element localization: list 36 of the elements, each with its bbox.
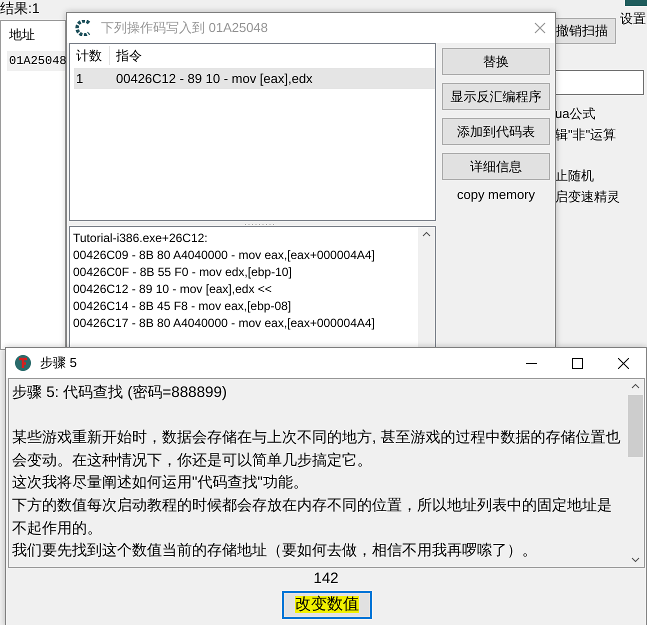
splitter-grip[interactable] xyxy=(245,223,275,226)
disassembly-line: 00426C09 - 8B 80 A4040000 - mov eax,[eax+000004A4] xyxy=(73,247,375,264)
column-header: 地址 xyxy=(8,26,36,44)
dialog-button[interactable]: 添加到代码表 xyxy=(442,118,550,145)
count-cell: 1 xyxy=(74,68,114,88)
paragraph: 这次我将尽量阐述如何运用"代码查找"功能。 xyxy=(12,473,309,494)
column-header[interactable]: 指令 xyxy=(110,46,142,66)
copy-memory-label: copy memory xyxy=(456,186,536,204)
option-label[interactable]: 启变速精灵 xyxy=(555,187,620,206)
window-title: 步骤 5 xyxy=(40,354,77,372)
option-label[interactable]: ua公式 xyxy=(555,104,620,123)
window-title: 下列操作码写入到 01A25048 xyxy=(101,19,268,38)
instruction-cell-text: 00426C12 - 89 10 - mov [eax],edx xyxy=(115,70,313,88)
disassembly-line: 00426C17 - 8B 80 A4040000 - mov eax,[eax+000004A4] xyxy=(73,315,375,332)
heading-text: 步骤 5: 代码查找 (密码=888899) xyxy=(12,383,228,403)
option-label[interactable]: 止随机 xyxy=(555,166,620,185)
column-header[interactable]: 计数 xyxy=(70,46,110,66)
paragraph: 下方的数值每次启动教程的时候都会存放在内存不同的位置，所以地址列表中的固定地址是不起作用的。 xyxy=(12,496,613,539)
disassembly-line: Tutorial-i386.exe+26C12: xyxy=(73,230,208,247)
dialog-button[interactable]: 详细信息 xyxy=(442,153,550,180)
results-label: 结果:1 xyxy=(0,0,40,16)
disassembly-line: 00426C12 - 89 10 - mov [eax],edx << xyxy=(73,281,272,298)
disassembly-line: 00426C14 - 8B 45 F8 - mov eax,[ebp-08] xyxy=(73,298,292,315)
gear-icon xyxy=(75,20,93,36)
list-row[interactable]: 1 00426C12 - 89 10 - mov [eax],edx xyxy=(74,68,435,89)
dialog-button[interactable]: 显示反汇编程序 xyxy=(442,83,550,110)
scrollbar[interactable] xyxy=(418,227,435,347)
disassembly-line: 00426C0F - 8B 55 F0 - mov edx,[ebp-10] xyxy=(73,264,292,281)
paragraph: 我们要先找到这个数值当前的存储地址（要如何去做，相信不用我再啰嗦了）。 xyxy=(12,541,538,562)
settings-label[interactable]: 设置 xyxy=(620,9,646,28)
paragraph: 某些游戏重新开始时，数据会存储在与上次不同的地方, 甚至游戏的过程中数据的存储位置也会变动。在这种情况下，你还是可以简单几步搞定它。 xyxy=(12,428,622,471)
address-row[interactable]: 01A25048 xyxy=(7,50,65,70)
dialog-button[interactable]: 替换 xyxy=(442,48,550,75)
value-text: 142 xyxy=(312,569,340,589)
option-label[interactable]: 辑"非"运算 xyxy=(555,125,620,144)
change-value-button[interactable]: 改变数值 xyxy=(282,591,372,619)
